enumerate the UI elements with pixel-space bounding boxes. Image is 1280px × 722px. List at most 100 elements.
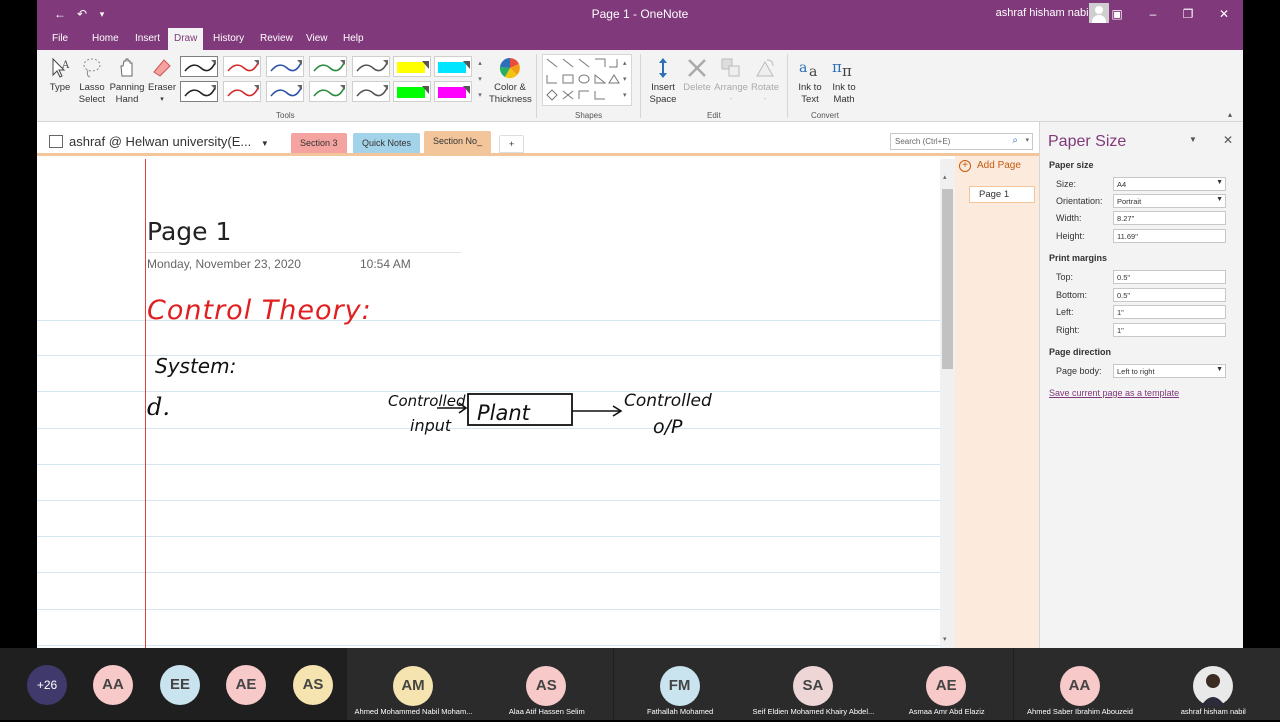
page-list-item[interactable]: Page 1 [969, 186, 1035, 203]
right-margin-input[interactable]: 1" [1113, 323, 1226, 337]
participant-photo [1192, 666, 1233, 706]
search-scope-dropdown-icon[interactable]: ▾ [1025, 136, 1029, 144]
close-icon[interactable]: ✕ [1215, 5, 1233, 23]
minimize-icon[interactable]: – [1144, 5, 1162, 23]
participant-tile[interactable]: AE [226, 648, 266, 720]
pen-swatch[interactable] [434, 81, 472, 102]
shapes-gallery[interactable] [542, 54, 632, 106]
user-name[interactable]: ashraf hisham nabil [996, 7, 1091, 19]
paper-size-header: Paper size [1049, 160, 1094, 170]
ink-controlled-output-1: Controlled [624, 391, 712, 411]
ink-layer[interactable]: Control Theory: System: d. Controlled in… [37, 159, 940, 648]
participant-tile[interactable]: AA Ahmed Saber Ibrahim Abouzeid [1013, 648, 1147, 720]
pen-swatch[interactable] [266, 56, 304, 77]
participant-tile[interactable]: AM Ahmed Mohammed Nabil Moham... [347, 648, 480, 720]
pen-swatch[interactable] [223, 81, 261, 102]
pen-swatch[interactable] [352, 81, 390, 102]
tab-help[interactable]: Help [337, 28, 370, 50]
search-icon[interactable]: ⌕ [1012, 135, 1018, 146]
section-tab-section-3[interactable]: Section 3 [291, 133, 347, 153]
ribbon-display-icon[interactable]: ▣ [1108, 5, 1126, 23]
participant-tile[interactable]: AS Alaa Atif Hassen Selim [480, 648, 614, 720]
add-section-button[interactable]: + [499, 135, 525, 153]
pen-swatch[interactable] [266, 81, 304, 102]
top-margin-input[interactable]: 0.5" [1113, 270, 1226, 284]
ink-to-text-button[interactable]: aa Ink to Text [793, 56, 827, 106]
scroll-down-icon[interactable]: ▾ [943, 635, 947, 643]
section-tab-quick-notes[interactable]: Quick Notes [353, 133, 421, 153]
pen-gallery-scroll[interactable]: ▴ ▾ ▾ [475, 56, 485, 106]
more-participants-badge[interactable]: +26 [27, 665, 67, 705]
page-body-label: Page body: [1056, 366, 1102, 376]
tab-home[interactable]: Home [86, 28, 125, 50]
bottom-margin-input[interactable]: 0.5" [1113, 288, 1226, 302]
lasso-select-button[interactable]: Lasso Select [77, 56, 107, 106]
pen-swatch[interactable] [309, 56, 347, 77]
pen-swatch[interactable] [180, 81, 218, 102]
edit-group-label: Edit [707, 111, 721, 120]
width-input[interactable]: 8.27" [1113, 211, 1226, 225]
participant-avatar: AA [93, 665, 133, 705]
ink-to-math-icon: ππ [832, 58, 852, 80]
left-margin-input[interactable]: 1" [1113, 305, 1226, 319]
eraser-dropdown-icon[interactable]: ▾ [145, 94, 179, 106]
size-label: Size: [1056, 179, 1077, 189]
pen-swatch[interactable] [352, 56, 390, 77]
type-button[interactable]: A Type [45, 56, 75, 94]
participant-tile[interactable]: FM Fathallah Mohamed [613, 648, 747, 720]
participant-avatar: AS [526, 666, 567, 706]
ink-heading: Control Theory: [147, 295, 372, 326]
participant-tile[interactable]: AS [293, 648, 333, 720]
tab-file[interactable]: File [46, 28, 74, 50]
tab-history[interactable]: History [207, 28, 250, 50]
pane-options-icon[interactable]: ▼ [1189, 135, 1197, 144]
tab-insert[interactable]: Insert [129, 28, 166, 50]
eraser-button[interactable]: Eraser ▾ [145, 56, 179, 106]
scroll-thumb[interactable] [942, 189, 953, 369]
page-canvas[interactable]: Page 1 Monday, November 23, 2020 10:54 A… [37, 159, 940, 648]
participant-tile[interactable]: ashraf hisham nabil [1146, 648, 1280, 720]
pen-swatch[interactable] [434, 56, 472, 77]
shapes-scroll[interactable]: ▴ ▾ ▾ [623, 56, 627, 104]
rotate-button[interactable]: Rotate - [749, 56, 781, 106]
pen-swatch[interactable] [180, 56, 218, 77]
page-scrollbar[interactable]: ▴ ▾ [940, 159, 955, 648]
height-label: Height: [1056, 231, 1085, 241]
participant-name: Fathallah Mohamed [646, 707, 714, 716]
collapse-ribbon-icon[interactable]: ▴ [1228, 110, 1232, 119]
participant-tile[interactable]: AE Asmaa Amr Abd Elaziz [880, 648, 1014, 720]
scroll-up-icon[interactable]: ▴ [943, 173, 947, 181]
svg-text:a: a [799, 60, 807, 76]
participant-tile[interactable]: AA [93, 648, 133, 720]
tab-view[interactable]: View [300, 28, 334, 50]
add-page-button[interactable]: + Add Page [955, 156, 1039, 178]
section-tab-section-no[interactable]: Section No_ [424, 131, 492, 153]
tab-review[interactable]: Review [254, 28, 299, 50]
tab-draw[interactable]: Draw [168, 28, 204, 50]
notebook-selector[interactable]: ashraf @ Helwan university(E... ▼ [49, 134, 269, 149]
color-thickness-button[interactable]: Color & Thickness [489, 56, 532, 106]
save-template-link[interactable]: Save current page as a template [1049, 388, 1179, 398]
pen-swatch[interactable] [309, 81, 347, 102]
page-body-select[interactable]: Left to right ▼ [1113, 364, 1226, 378]
user-avatar[interactable] [1089, 3, 1109, 23]
panning-hand-button[interactable]: Panning Hand [109, 56, 145, 106]
insert-space-button[interactable]: Insert Space [645, 56, 681, 106]
participant-tile[interactable]: EE [160, 648, 200, 720]
participant-tile[interactable]: SA Seif Eldien Mohamed Khairy Abdel... [746, 648, 880, 720]
participant-name: Alaa Atif Hassen Selim [508, 707, 585, 716]
search-input[interactable]: Search (Ctrl+E) ⌕ ▾ [890, 133, 1033, 150]
orientation-select[interactable]: Portrait ▼ [1113, 194, 1226, 208]
size-select[interactable]: A4 ▼ [1113, 177, 1226, 191]
ink-d: d. [147, 393, 170, 421]
pen-swatch[interactable] [223, 56, 261, 77]
pen-swatch[interactable] [393, 56, 431, 77]
restore-icon[interactable]: ❐ [1179, 5, 1197, 23]
ink-to-math-button[interactable]: ππ Ink to Math [827, 56, 861, 106]
height-input[interactable]: 11.69" [1113, 229, 1226, 243]
chevron-down-icon: ▼ [1216, 196, 1223, 203]
pane-close-icon[interactable]: ✕ [1223, 133, 1233, 147]
pen-swatch[interactable] [393, 81, 431, 102]
delete-button[interactable]: Delete [681, 56, 713, 94]
arrange-button[interactable]: Arrange - [713, 56, 749, 106]
